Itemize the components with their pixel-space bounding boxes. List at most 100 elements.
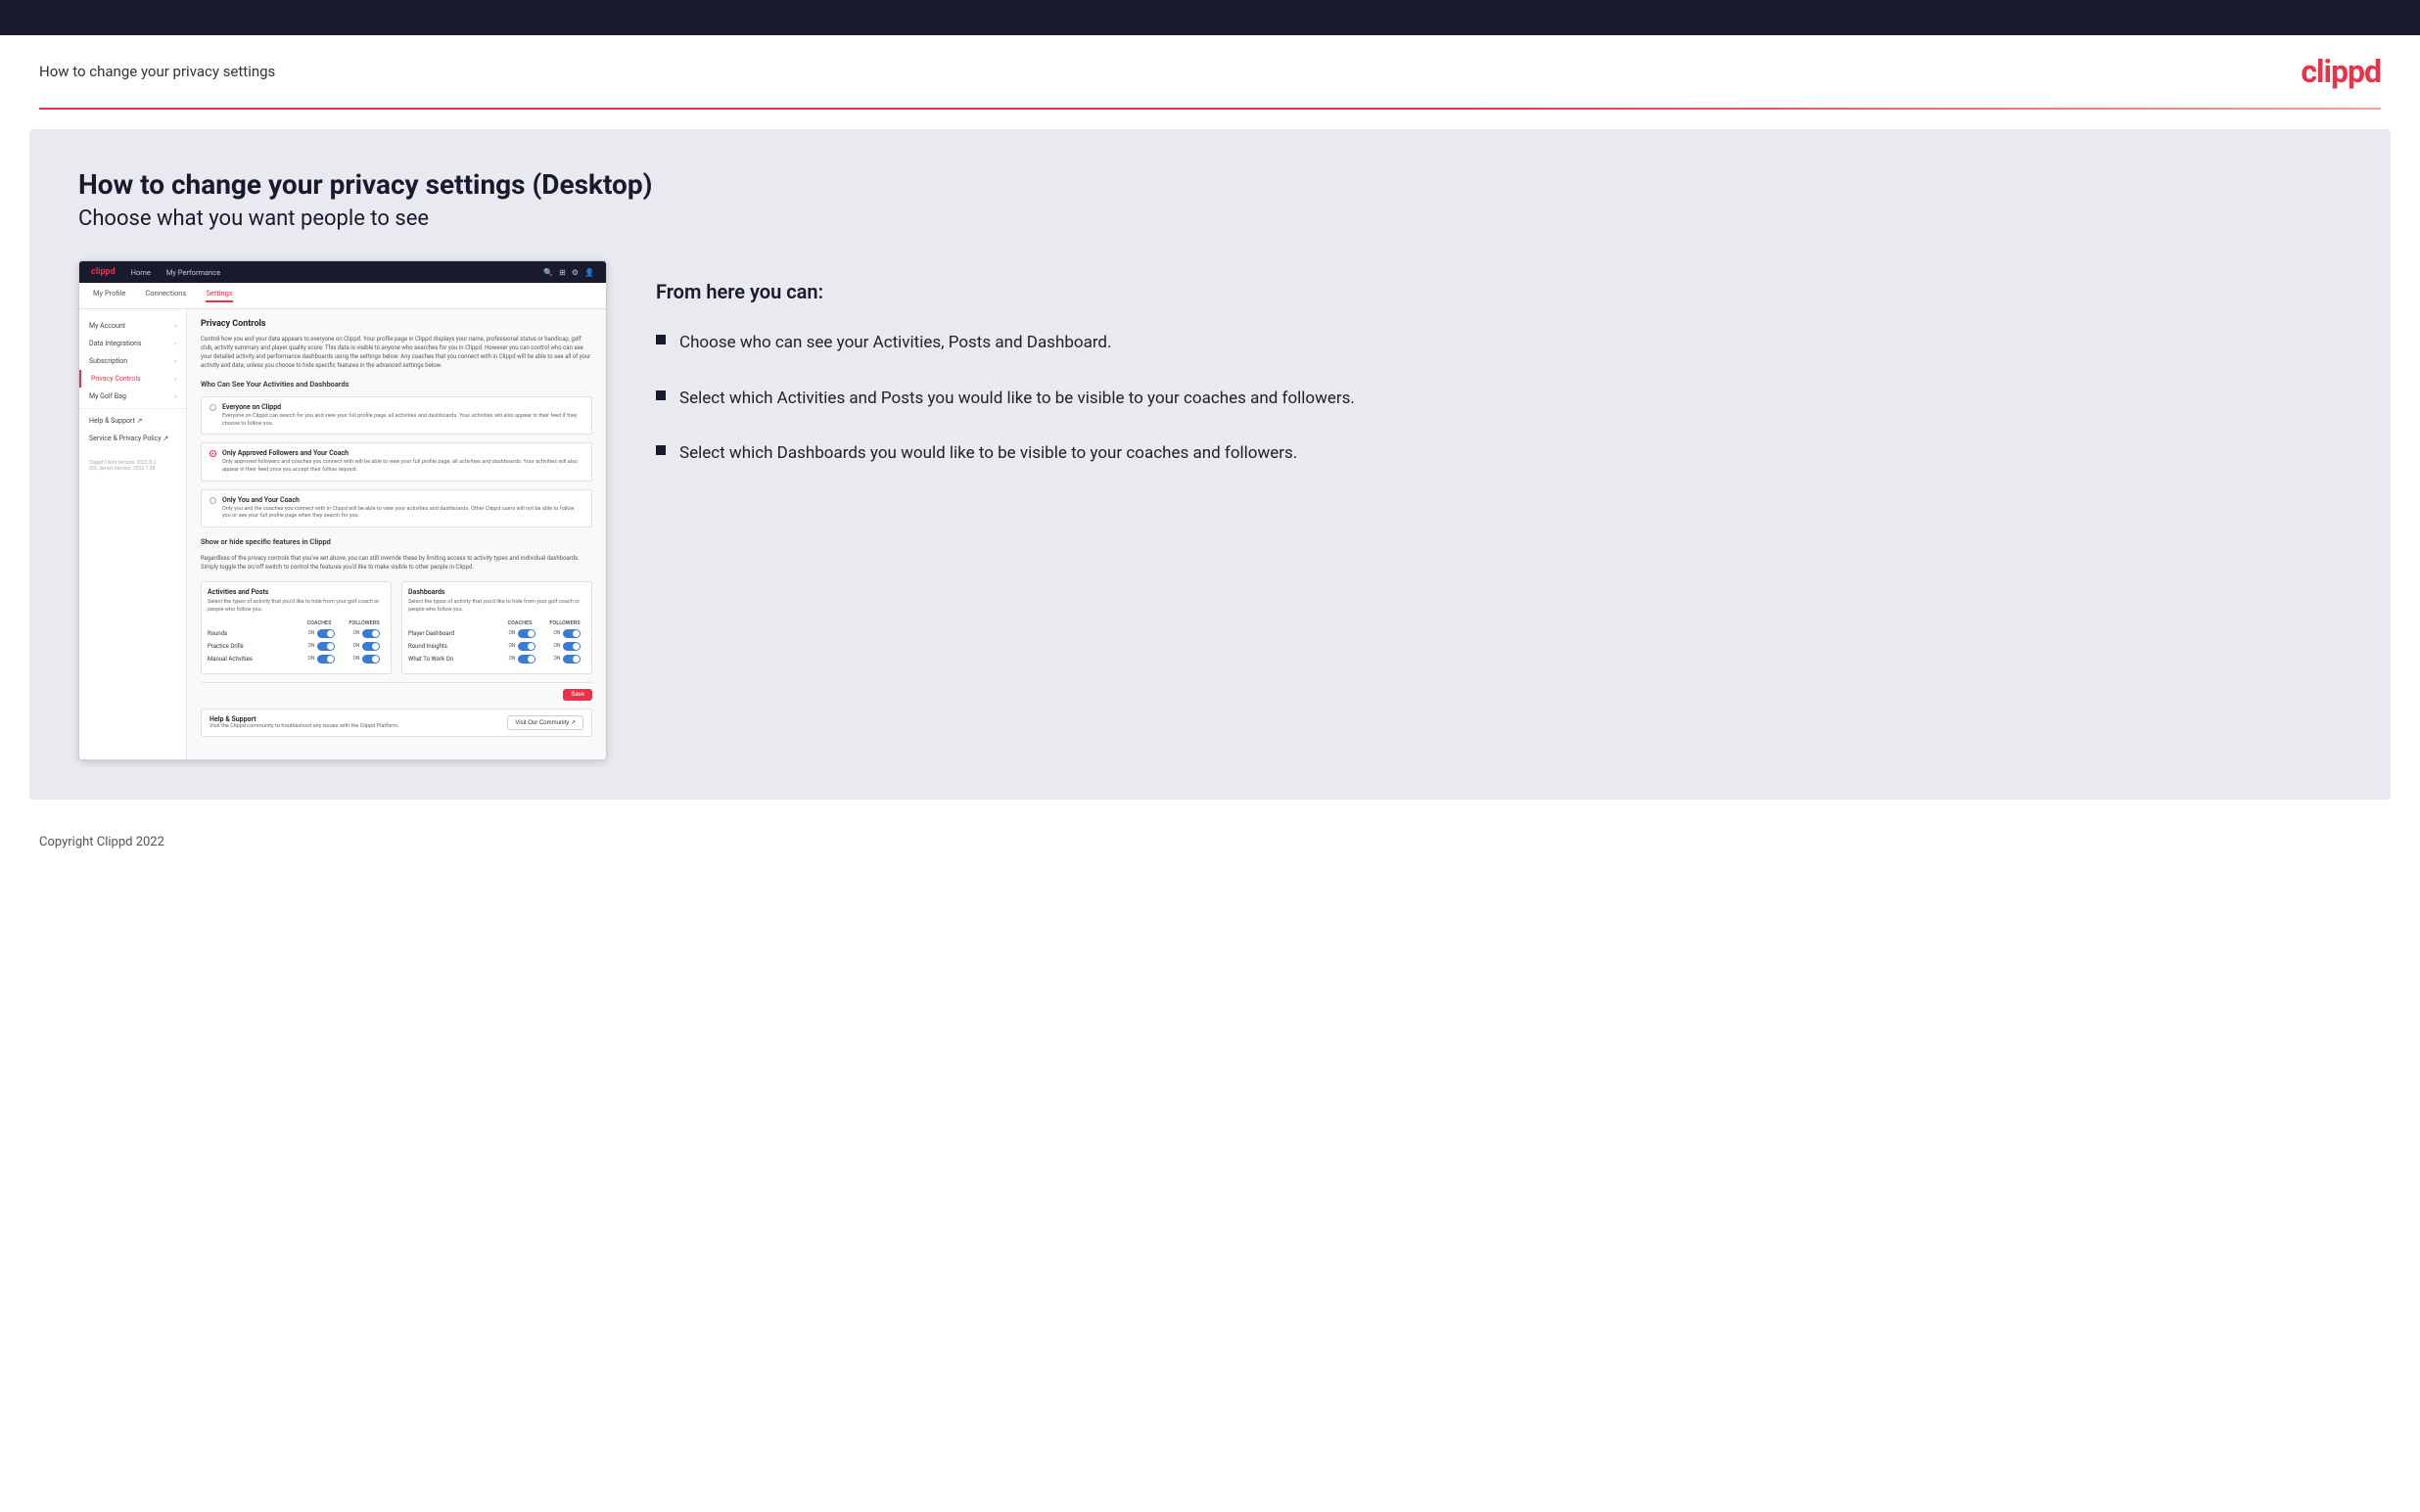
player-dash-coaches-pill[interactable] (518, 629, 535, 638)
rounds-followers-toggle[interactable]: ON (348, 629, 385, 638)
bullet-item-1: Choose who can see your Activities, Post… (656, 331, 2342, 355)
what-to-work-coaches-toggle[interactable]: ON (503, 655, 540, 664)
radio-everyone[interactable]: Everyone on Clippd Everyone on Clippd ca… (201, 396, 592, 435)
practice-toggles: ON ON (302, 642, 385, 651)
practice-coaches-pill[interactable] (317, 642, 335, 651)
sidebar-label-help: Help & Support ↗ (89, 417, 142, 425)
right-column: From here you can: Choose who can see yo… (656, 260, 2342, 466)
save-row: Save (201, 682, 592, 701)
search-icon: 🔍 (543, 268, 553, 277)
chevron-icon: › (174, 323, 176, 330)
toggle-row-what-to-work: What To Work On ON ON (408, 655, 585, 664)
dash-followers-header: FOLLOWERS (546, 620, 583, 626)
practice-followers-toggle[interactable]: ON (348, 642, 385, 651)
sidebar-privacy-policy[interactable]: Service & Privacy Policy ↗ (79, 430, 186, 447)
who-can-see-heading: Who Can See Your Activities and Dashboar… (201, 380, 592, 389)
sidebar-data-integrations[interactable]: Data Integrations › (79, 335, 186, 352)
toggle-row-rounds: Rounds ON ON (208, 629, 385, 638)
user-icon: 👤 (584, 268, 594, 277)
manual-coaches-pill[interactable] (317, 655, 335, 664)
two-column-layout: clippd Home My Performance 🔍 ⊞ ⚙ 👤 My Pr… (78, 260, 2342, 760)
rounds-coaches-toggle[interactable]: ON (302, 629, 340, 638)
subnav-settings[interactable]: Settings (206, 289, 232, 302)
manual-followers-toggle[interactable]: ON (348, 655, 385, 664)
coaches-header: COACHES (301, 620, 338, 626)
round-insights-followers-pill[interactable] (563, 642, 581, 651)
dashboards-title: Dashboards (408, 588, 585, 596)
player-dash-label: Player Dashboard (408, 630, 454, 637)
rounds-followers-pill[interactable] (362, 629, 380, 638)
bullet-text-3: Select which Dashboards you would like t… (679, 441, 1297, 466)
help-desc: Visit the Clippd community to troublesho… (209, 723, 398, 729)
sidebar-divider (79, 408, 186, 409)
chevron-icon: › (174, 393, 176, 400)
sidebar-label-privacy-controls: Privacy Controls (91, 375, 141, 383)
footer: Copyright Clippd 2022 (0, 819, 2420, 865)
round-insights-coaches-toggle[interactable]: ON (503, 642, 540, 651)
from-here-title: From here you can: (656, 280, 2342, 303)
practice-followers-pill[interactable] (362, 642, 380, 651)
round-insights-followers-toggle[interactable]: ON (548, 642, 585, 651)
sidebar-label-my-account: My Account (89, 322, 125, 330)
subnav-profile[interactable]: My Profile (93, 289, 125, 302)
what-to-work-toggles: ON ON (503, 655, 585, 664)
sidebar-my-account[interactable]: My Account › (79, 317, 186, 335)
radio-content-followers: Only Approved Followers and Your Coach O… (222, 449, 583, 474)
subnav-connections[interactable]: Connections (145, 289, 186, 302)
manual-label: Manual Activities (208, 656, 253, 663)
page-subheading: Choose what you want people to see (78, 206, 2342, 231)
manual-followers-pill[interactable] (362, 655, 380, 664)
save-button[interactable]: Save (563, 689, 592, 701)
player-dash-coaches-toggle[interactable]: ON (503, 629, 540, 638)
chevron-icon-active: › (174, 376, 176, 383)
radio-circle-followers (209, 450, 216, 457)
practice-coaches-toggle[interactable]: ON (302, 642, 340, 651)
app-body: My Account › Data Integrations › Subscri… (79, 309, 606, 759)
rounds-coaches-pill[interactable] (317, 629, 335, 638)
sidebar-label-subscription: Subscription (89, 357, 127, 365)
sidebar-subscription[interactable]: Subscription › (79, 352, 186, 370)
bullet-text-2: Select which Activities and Posts you wo… (679, 387, 1355, 411)
radio-desc-everyone: Everyone on Clippd can search for you an… (222, 413, 583, 428)
manual-toggles: ON ON (302, 655, 385, 664)
dashboards-table: Dashboards Select the types of activity … (401, 581, 592, 673)
app-nav-home: Home (131, 268, 151, 277)
show-hide-desc: Regardless of the privacy controls that … (201, 554, 592, 572)
bullet-item-2: Select which Activities and Posts you wo… (656, 387, 2342, 411)
sidebar-privacy-controls[interactable]: Privacy Controls › (79, 370, 186, 388)
practice-label: Practice Drills (208, 643, 244, 650)
help-title: Help & Support (209, 715, 398, 723)
radio-desc-you: Only you and the coaches you connect wit… (222, 506, 583, 521)
manual-coaches-toggle[interactable]: ON (302, 655, 340, 664)
rounds-label: Rounds (208, 630, 227, 637)
radio-content-everyone: Everyone on Clippd Everyone on Clippd ca… (222, 403, 583, 428)
round-insights-coaches-pill[interactable] (518, 642, 535, 651)
help-section: Help & Support Visit the Clippd communit… (201, 709, 592, 737)
visit-community-button[interactable]: Visit Our Community ↗ (507, 715, 583, 730)
sidebar-label-privacy: Service & Privacy Policy ↗ (89, 435, 168, 442)
round-insights-label: Round Insights (408, 643, 447, 650)
player-dash-toggles: ON ON (503, 629, 585, 638)
app-subnav: My Profile Connections Settings (79, 283, 606, 309)
what-to-work-followers-pill[interactable] (563, 655, 581, 664)
toggle-row-practice: Practice Drills ON ON (208, 642, 385, 651)
sidebar-golf-bag[interactable]: My Golf Bag › (79, 388, 186, 405)
what-to-work-coaches-pill[interactable] (518, 655, 535, 664)
sidebar-label-golf-bag: My Golf Bag (89, 392, 126, 400)
sidebar-label-data-integrations: Data Integrations (89, 340, 141, 347)
bullet-text-1: Choose who can see your Activities, Post… (679, 331, 1112, 355)
what-to-work-followers-toggle[interactable]: ON (548, 655, 585, 664)
chevron-icon: › (174, 358, 176, 365)
settings-icon: ⚙ (572, 268, 579, 277)
radio-you-coach[interactable]: Only You and Your Coach Only you and the… (201, 489, 592, 527)
sidebar-help-support[interactable]: Help & Support ↗ (79, 412, 186, 430)
screenshot-container: clippd Home My Performance 🔍 ⊞ ⚙ 👤 My Pr… (78, 260, 607, 760)
activities-posts-title: Activities and Posts (208, 588, 385, 596)
top-bar (0, 0, 2420, 35)
player-dash-followers-toggle[interactable]: ON (548, 629, 585, 638)
player-dash-followers-pill[interactable] (563, 629, 581, 638)
radio-title-followers: Only Approved Followers and Your Coach (222, 449, 583, 457)
dash-coaches-header: COACHES (501, 620, 538, 626)
radio-followers-coach[interactable]: Only Approved Followers and Your Coach O… (201, 442, 592, 481)
activities-posts-desc: Select the types of activity that you'd … (208, 599, 385, 614)
